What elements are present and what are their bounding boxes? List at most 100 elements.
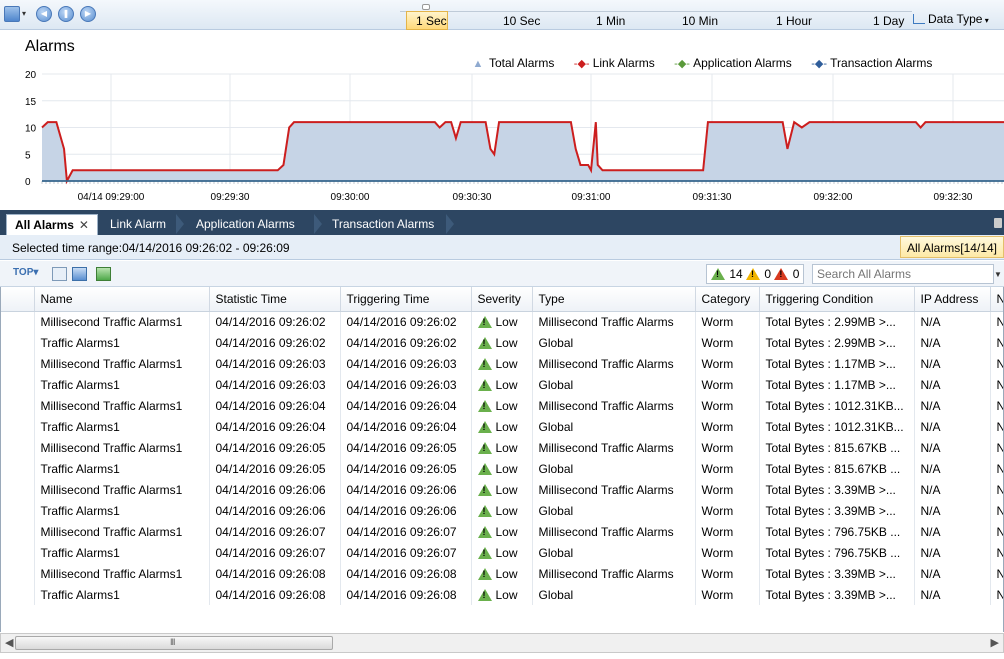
cell-category: Worm: [695, 542, 760, 563]
table-row[interactable]: Millisecond Traffic Alarms1 04/14/2016 09…: [1, 437, 1003, 458]
legend-transaction-alarms[interactable]: -◆- Transaction Alarms: [811, 56, 932, 70]
table-row[interactable]: Millisecond Traffic Alarms1 04/14/2016 09…: [1, 563, 1003, 584]
details-icon[interactable]: [52, 267, 67, 281]
table-row[interactable]: Millisecond Traffic Alarms1 04/14/2016 09…: [1, 311, 1003, 332]
table-row[interactable]: Traffic Alarms1 04/14/2016 09:26:07 04/14/…: [1, 542, 1003, 563]
table-row[interactable]: Traffic Alarms1 04/14/2016 09:26:08 04/14/…: [1, 584, 1003, 605]
warning-medium-icon: [746, 268, 761, 280]
data-type-dropdown[interactable]: Data Type ▾: [913, 12, 989, 26]
cell-next: N: [990, 584, 1003, 605]
table-row[interactable]: Millisecond Traffic Alarms1 04/14/2016 09…: [1, 479, 1003, 500]
legend-total-alarms[interactable]: ▲ Total Alarms: [470, 56, 555, 70]
warning-low-icon: [477, 441, 492, 454]
warning-low-icon: [711, 268, 725, 280]
time-scale-1min[interactable]: 1 Min: [596, 14, 625, 28]
time-scale-10sec[interactable]: 10 Sec: [503, 14, 540, 28]
legend-link-alarms[interactable]: -◆- Link Alarms: [574, 56, 655, 70]
chevron-down-icon[interactable]: ▾: [22, 9, 26, 18]
column-header-selector[interactable]: [1, 287, 35, 312]
time-scale-1day[interactable]: 1 Day: [873, 14, 904, 28]
cell-type: Global: [532, 374, 696, 395]
cell-triggering-condition: Total Bytes : 815.67KB ...: [759, 458, 915, 479]
column-header-triggering-time[interactable]: Triggering Time: [340, 287, 472, 312]
scroll-left-icon[interactable]: ◀: [5, 636, 13, 649]
scroll-right-icon[interactable]: ▶: [991, 636, 999, 649]
tab-application-alarms[interactable]: Application Alarms: [188, 214, 303, 235]
time-scale-slider-thumb[interactable]: [422, 4, 430, 10]
column-header-category[interactable]: Category: [695, 287, 760, 312]
time-scale-1sec[interactable]: 1 Sec: [406, 11, 448, 30]
close-icon[interactable]: ✕: [79, 218, 89, 232]
table-row[interactable]: Millisecond Traffic Alarms1 04/14/2016 09…: [1, 395, 1003, 416]
lock-icon[interactable]: [994, 218, 1002, 228]
cell-triggering-time: 04/14/2016 09:26:04: [340, 416, 472, 437]
column-header-triggering-condition[interactable]: Triggering Condition: [759, 287, 915, 312]
table-row[interactable]: Traffic Alarms1 04/14/2016 09:26:06 04/14/…: [1, 500, 1003, 521]
x-tick-label: 09:32:30: [934, 192, 973, 203]
report-icon[interactable]: [96, 267, 111, 281]
cell-statistic-time: 04/14/2016 09:26:04: [209, 416, 341, 437]
cell-statistic-time: 04/14/2016 09:26:08: [209, 584, 341, 605]
calendar-icon[interactable]: [4, 6, 20, 22]
cell-name: Millisecond Traffic Alarms1: [34, 311, 210, 332]
table-row[interactable]: Millisecond Traffic Alarms1 04/14/2016 09…: [1, 521, 1003, 542]
tab-label: Application Alarms: [196, 217, 295, 231]
x-tick-label: 09:31:00: [572, 192, 611, 203]
cell-severity: Low: [471, 542, 533, 563]
column-header-name[interactable]: Name: [34, 287, 210, 312]
time-scale-slider[interactable]: [400, 11, 912, 12]
all-alarms-count-badge[interactable]: All Alarms[14/14]: [899, 236, 1004, 258]
time-scale-1hour[interactable]: 1 Hour: [776, 14, 812, 28]
cell-type: Global: [532, 542, 696, 563]
table-row[interactable]: Traffic Alarms1 04/14/2016 09:26:02 04/14/…: [1, 332, 1003, 353]
cell-triggering-time: 04/14/2016 09:26:02: [340, 311, 472, 332]
table-row[interactable]: Millisecond Traffic Alarms1 04/14/2016 09…: [1, 353, 1003, 374]
cell-ip-address: N/A: [914, 311, 991, 332]
high-severity-filter[interactable]: 0: [774, 267, 799, 281]
legend-application-alarms[interactable]: -◆- Application Alarms: [674, 56, 792, 70]
table-row[interactable]: Traffic Alarms1 04/14/2016 09:26:03 04/14/…: [1, 374, 1003, 395]
column-header-ip-address[interactable]: IP Address: [914, 287, 991, 312]
cell-severity: Low: [471, 584, 533, 605]
cell-triggering-condition: Total Bytes : 3.39MB >...: [759, 563, 915, 584]
cell-name: Traffic Alarms1: [34, 542, 210, 563]
tab-all-alarms[interactable]: All Alarms ✕: [6, 214, 98, 235]
top-filter-icon[interactable]: TOP▾: [13, 267, 38, 278]
search-input[interactable]: [812, 264, 994, 284]
severity-label: Low: [495, 566, 518, 581]
time-scale-10min[interactable]: 10 Min: [682, 14, 718, 28]
export-icon[interactable]: [72, 267, 87, 281]
table-row[interactable]: Traffic Alarms1 04/14/2016 09:26:04 04/14/…: [1, 416, 1003, 437]
column-header-next[interactable]: N: [990, 287, 1003, 312]
horizontal-scrollbar[interactable]: ◀ III ▶: [0, 633, 1004, 653]
cell-type: Global: [532, 416, 696, 437]
severity-label: Low: [495, 440, 518, 455]
pause-icon[interactable]: ❚: [58, 6, 74, 22]
y-tick-label: 0: [25, 177, 31, 188]
fast-forward-icon[interactable]: ▶: [80, 6, 96, 22]
warning-low-icon: [477, 567, 492, 580]
cell-triggering-time: 04/14/2016 09:26:06: [340, 479, 472, 500]
alarms-chart-panel: 20 15 10 5 0 04/14 09:29:00 09:29:30 09:30:00 09…: [0, 30, 1004, 210]
column-header-type[interactable]: Type: [532, 287, 696, 312]
medium-severity-filter[interactable]: 0: [746, 267, 771, 281]
cell-triggering-condition: Total Bytes : 796.75KB ...: [759, 521, 915, 542]
chevron-down-icon[interactable]: ▼: [994, 264, 1004, 284]
low-severity-filter[interactable]: 14: [711, 267, 743, 281]
row-selector: [1, 311, 35, 332]
tab-transaction-alarms[interactable]: Transaction Alarms: [324, 214, 442, 235]
column-header-statistic-time[interactable]: Statistic Time: [209, 287, 341, 312]
cell-statistic-time: 04/14/2016 09:26:07: [209, 521, 341, 542]
cell-triggering-condition: Total Bytes : 3.39MB >...: [759, 500, 915, 521]
column-header-severity[interactable]: Severity: [471, 287, 533, 312]
rewind-icon[interactable]: ◀: [36, 6, 52, 22]
cell-ip-address: N/A: [914, 374, 991, 395]
severity-label: Low: [495, 482, 518, 497]
line-chart-icon: [913, 14, 925, 24]
row-selector: [1, 437, 35, 458]
scrollbar-thumb[interactable]: III: [15, 636, 333, 650]
cell-category: Worm: [695, 479, 760, 500]
table-row[interactable]: Traffic Alarms1 04/14/2016 09:26:05 04/14/…: [1, 458, 1003, 479]
cell-ip-address: N/A: [914, 416, 991, 437]
tab-link-alarm[interactable]: Link Alarm: [102, 214, 174, 235]
